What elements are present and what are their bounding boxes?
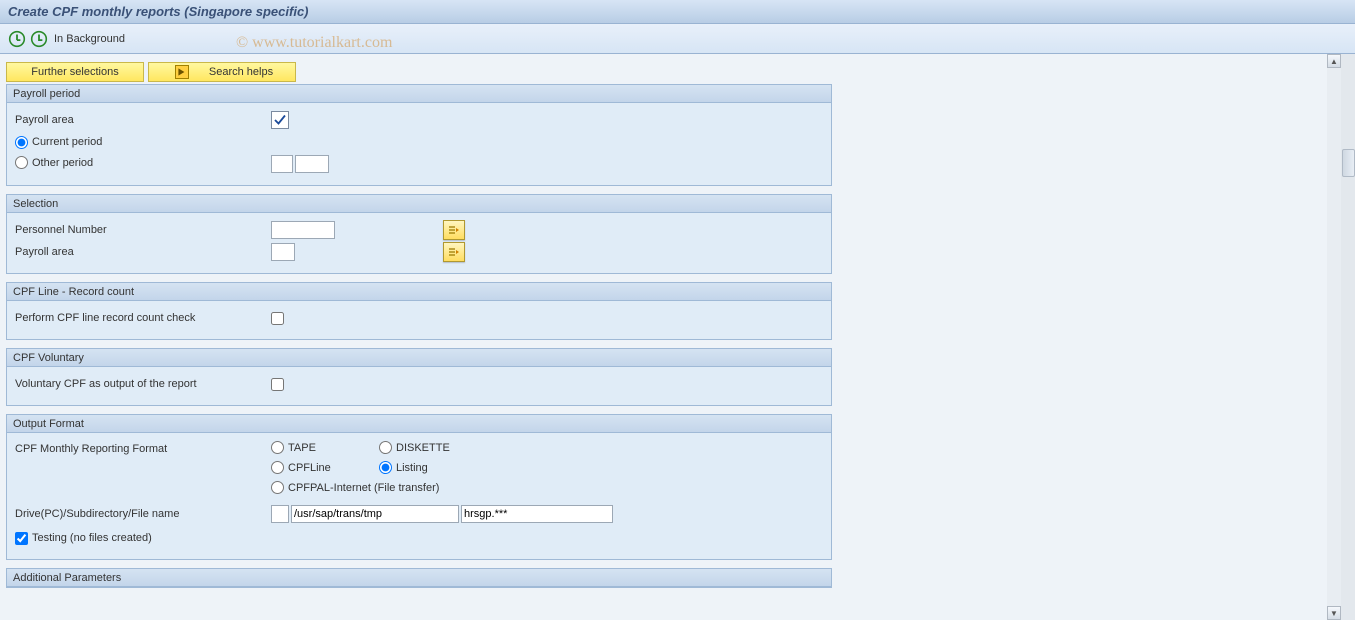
group-cpf-line: CPF Line - Record count Perform CPF line… xyxy=(6,282,832,340)
scroll-up-arrow-icon[interactable]: ▲ xyxy=(1327,54,1341,68)
group-output-format: Output Format CPF Monthly Reporting Form… xyxy=(6,414,832,560)
other-period-radio-input[interactable] xyxy=(15,156,28,169)
listing-radio-input[interactable] xyxy=(379,461,392,474)
selection-payroll-area-input[interactable] xyxy=(271,243,295,261)
personnel-number-label: Personnel Number xyxy=(15,224,271,236)
group-payroll-period: Payroll period Payroll area Current peri… xyxy=(6,84,832,186)
drive-path-label: Drive(PC)/Subdirectory/File name xyxy=(15,508,271,520)
filename-input[interactable] xyxy=(461,505,613,523)
subdirectory-input[interactable] xyxy=(291,505,459,523)
group-header-payroll-period: Payroll period xyxy=(7,85,831,103)
group-header-selection: Selection xyxy=(7,195,831,213)
drive-input[interactable] xyxy=(271,505,289,523)
cpfline-label: CPFLine xyxy=(288,462,331,474)
search-helps-button[interactable]: Search helps xyxy=(148,62,296,82)
further-selections-label: Further selections xyxy=(31,66,118,78)
group-header-additional: Additional Parameters xyxy=(7,569,831,587)
vertical-scrollbar[interactable]: ▲ ▼ xyxy=(1327,54,1341,620)
payroll-area-multiselect-button[interactable] xyxy=(443,242,465,262)
group-header-cpf-line: CPF Line - Record count xyxy=(7,283,831,301)
group-header-cpf-voluntary: CPF Voluntary xyxy=(7,349,831,367)
diskette-radio-input[interactable] xyxy=(379,441,392,454)
right-scrollbar-area: ▲ ▼ xyxy=(1327,54,1355,620)
testing-label: Testing (no files created) xyxy=(32,532,152,544)
tape-label: TAPE xyxy=(288,442,316,454)
tape-radio[interactable]: TAPE xyxy=(271,441,316,454)
arrow-right-icon xyxy=(175,65,189,79)
cpf-line-check-label: Perform CPF line record count check xyxy=(15,312,271,324)
group-header-output-format: Output Format xyxy=(7,415,831,433)
cpfpal-label: CPFPAL-Internet (File transfer) xyxy=(288,482,439,494)
testing-checkbox-row[interactable]: Testing (no files created) xyxy=(15,532,152,545)
search-helps-label: Search helps xyxy=(209,66,273,78)
group-additional-parameters: Additional Parameters xyxy=(6,568,832,588)
group-selection: Selection Personnel Number Payroll area xyxy=(6,194,832,274)
other-period-input-1[interactable] xyxy=(271,155,293,173)
window-title-bar: Create CPF monthly reports (Singapore sp… xyxy=(0,0,1355,24)
scroll-grip-icon[interactable] xyxy=(1342,149,1355,177)
reporting-format-label: CPF Monthly Reporting Format xyxy=(15,443,271,455)
selection-payroll-area-label: Payroll area xyxy=(15,246,271,258)
cpfline-radio-input[interactable] xyxy=(271,461,284,474)
group-cpf-voluntary: CPF Voluntary Voluntary CPF as output of… xyxy=(6,348,832,406)
listing-label: Listing xyxy=(396,462,428,474)
execute-icon[interactable] xyxy=(8,30,26,48)
payroll-area-label: Payroll area xyxy=(15,114,271,126)
other-period-input-2[interactable] xyxy=(295,155,329,173)
application-toolbar: In Background xyxy=(0,24,1355,54)
cpf-voluntary-label: Voluntary CPF as output of the report xyxy=(15,378,271,390)
tape-radio-input[interactable] xyxy=(271,441,284,454)
other-period-label: Other period xyxy=(32,157,93,169)
current-period-label: Current period xyxy=(32,136,102,148)
scroll-down-arrow-icon[interactable]: ▼ xyxy=(1327,606,1341,620)
diskette-radio[interactable]: DISKETTE xyxy=(379,441,450,454)
listing-radio[interactable]: Listing xyxy=(379,461,428,474)
current-period-radio-input[interactable] xyxy=(15,136,28,149)
in-background-label[interactable]: In Background xyxy=(54,33,125,45)
page-title: Create CPF monthly reports (Singapore sp… xyxy=(8,4,309,19)
main-content: Further selections Search helps Payroll … xyxy=(0,54,1327,620)
personnel-number-input[interactable] xyxy=(271,221,335,239)
payroll-area-valuehelp-icon[interactable] xyxy=(271,111,289,129)
cpfline-radio[interactable]: CPFLine xyxy=(271,461,331,474)
further-selections-button[interactable]: Further selections xyxy=(6,62,144,82)
cpfpal-radio[interactable]: CPFPAL-Internet (File transfer) xyxy=(271,481,439,494)
other-period-radio[interactable]: Other period xyxy=(15,156,93,169)
testing-checkbox[interactable] xyxy=(15,532,28,545)
execute-background-icon[interactable] xyxy=(30,30,48,48)
cpfpal-radio-input[interactable] xyxy=(271,481,284,494)
cpf-line-check-checkbox[interactable] xyxy=(271,312,284,325)
diskette-label: DISKETTE xyxy=(396,442,450,454)
cpf-voluntary-checkbox[interactable] xyxy=(271,378,284,391)
current-period-radio[interactable]: Current period xyxy=(15,136,102,149)
personnel-number-multiselect-button[interactable] xyxy=(443,220,465,240)
